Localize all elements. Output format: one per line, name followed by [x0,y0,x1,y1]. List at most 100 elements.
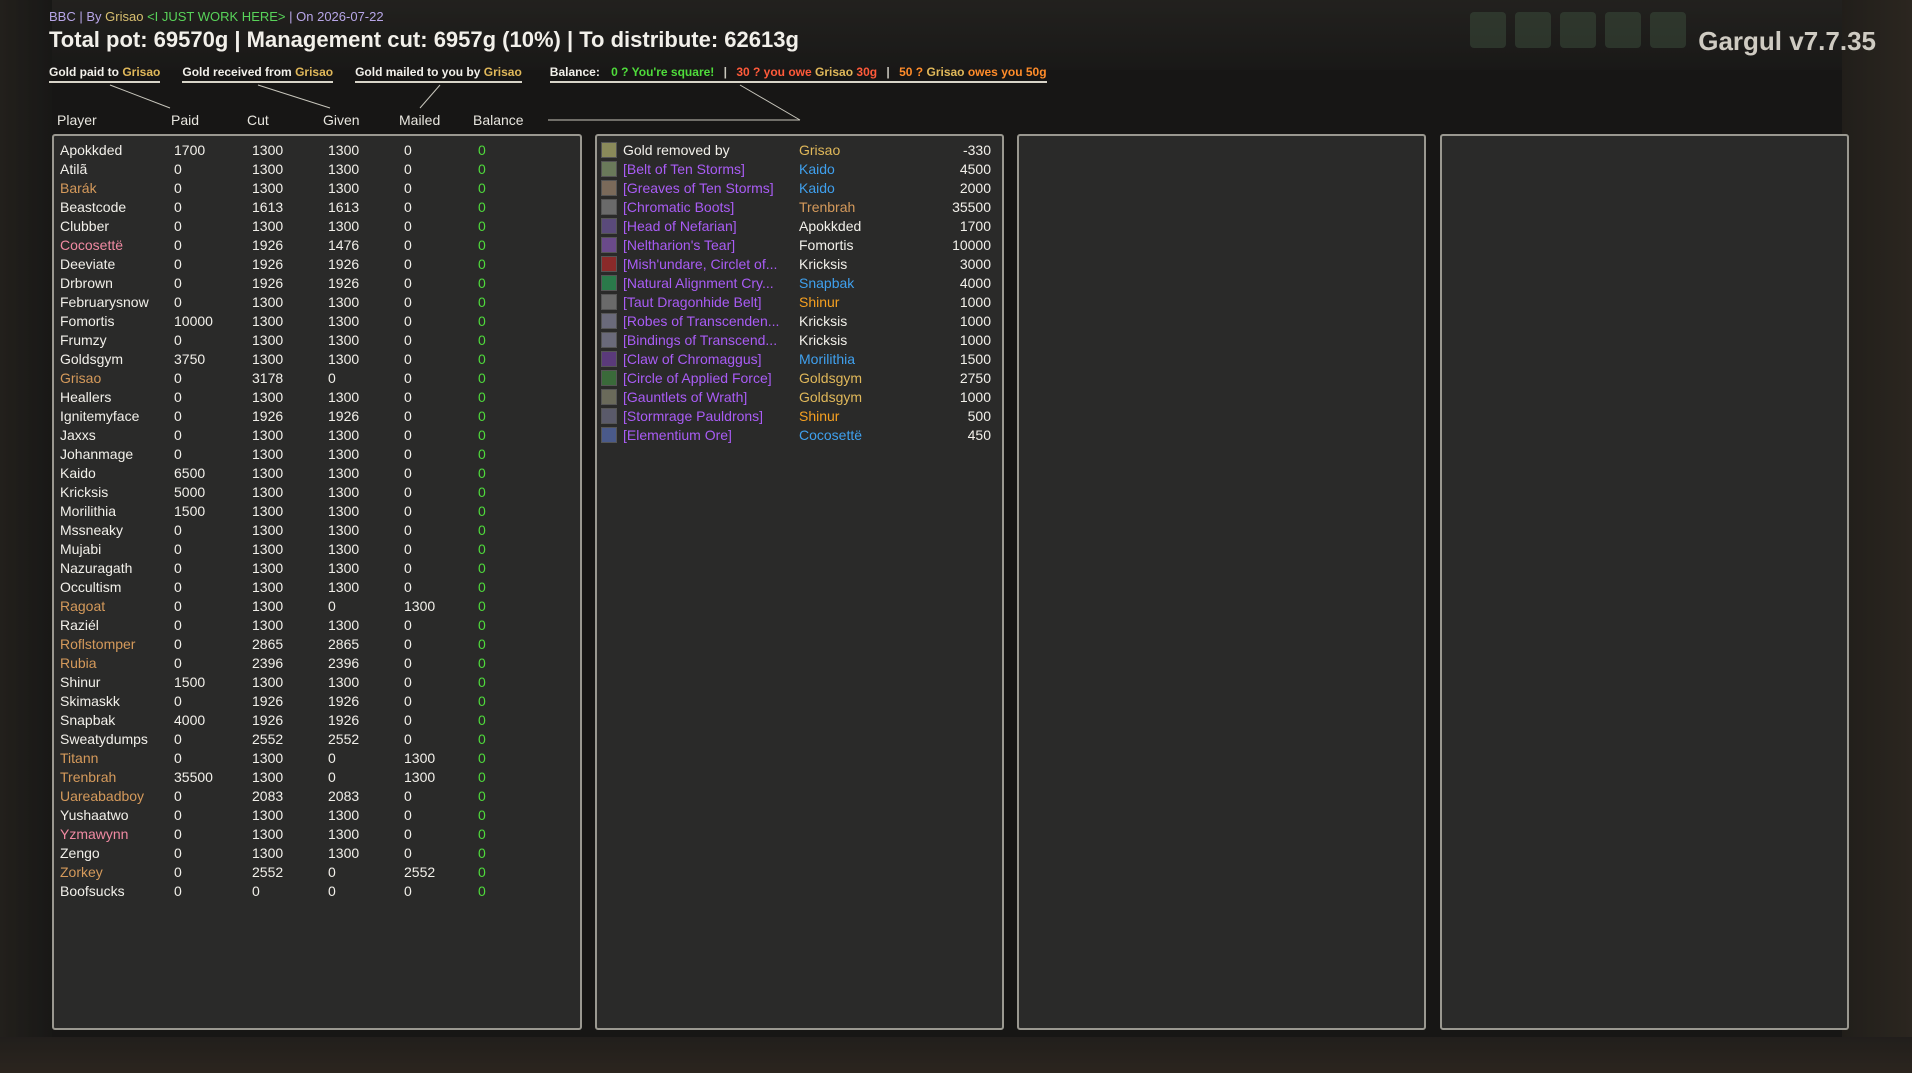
player-name: Uareabadboy [60,788,145,804]
gold-amount: 1000 [959,389,991,405]
gold-amount: 2000 [959,180,991,196]
player-name: Februarysnow [60,294,149,310]
balance-value: 0 [478,313,486,329]
given-value: 1300 [328,218,360,234]
paid-value: 10000 [174,313,213,329]
balance-value: 0 [478,674,486,690]
balance-value: 0 [478,408,486,424]
balance-value: 0 [478,598,486,614]
balance-value: 0 [478,807,486,823]
item-link[interactable]: [Taut Dragonhide Belt] [623,294,791,310]
mailed-value: 0 [404,370,412,386]
item-link[interactable]: [Bindings of Transcend... [623,332,791,348]
item-link[interactable]: [Stormrage Pauldrons] [623,408,791,424]
cut-value: 1300 [252,465,284,481]
paid-value: 0 [174,408,182,424]
paid-value: 0 [174,332,182,348]
item-link[interactable]: [Head of Nefarian] [623,218,791,234]
balance-value: 0 [478,370,486,386]
player-name: Atilã [60,161,88,177]
player-name: Shinur [60,674,101,690]
paid-value: 1500 [174,674,206,690]
paid-value: 0 [174,541,182,557]
item-link[interactable]: [Greaves of Ten Storms] [623,180,791,196]
cut-value: 1300 [252,313,284,329]
item-link[interactable]: [Elementium Ore] [623,427,791,443]
mailed-value: 0 [404,503,412,519]
item-link[interactable]: [Chromatic Boots] [623,199,791,215]
balance-value: 0 [478,237,486,253]
paid-value: 1500 [174,503,206,519]
ledger-panel[interactable]: Gold removed by Grisao -330 [Belt of Ten St… [595,134,1004,1030]
item-link[interactable]: [Neltharion's Tear] [623,237,791,253]
gold-amount: 1700 [959,218,991,234]
belt-icon [601,294,617,310]
given-value: 1300 [328,427,360,443]
given-value: 1300 [328,560,360,576]
cut-value: 1300 [252,750,284,766]
gold-amount: 1000 [959,313,991,329]
paid-value: 0 [174,655,182,671]
cut-value: 1300 [252,845,284,861]
cut-value: 1300 [252,579,284,595]
balance-value: 0 [478,161,486,177]
given-value: 2396 [328,655,360,671]
cut-value: 1926 [252,275,284,291]
mailed-value: 0 [404,522,412,538]
paid-value: 0 [174,750,182,766]
cut-value: 1300 [252,332,284,348]
balance-value: 0 [478,522,486,538]
cut-value: 1300 [252,522,284,538]
balance-value: 0 [478,541,486,557]
balance-value: 0 [478,769,486,785]
paid-value: 0 [174,522,182,538]
cut-value: 1300 [252,180,284,196]
mailed-value: 0 [404,465,412,481]
mailed-value: 0 [404,199,412,215]
paid-value: 5000 [174,484,206,500]
coin-icon [601,142,617,158]
cut-value: 1300 [252,389,284,405]
paid-value: 1700 [174,142,206,158]
player-panel[interactable]: Apokkded 1700 1300 1300 0 0 Atilã 0 1300 1300 0 0 Ba… [52,134,582,1030]
mailed-value: 0 [404,883,412,899]
paid-value: 6500 [174,465,206,481]
paid-value: 0 [174,693,182,709]
cut-value: 2865 [252,636,284,652]
player-name: Nazuragath [60,560,133,576]
item-link[interactable]: [Circle of Applied Force] [623,370,791,386]
given-value: 1300 [328,484,360,500]
player-name: Kricksis [60,484,109,500]
given-value: 0 [328,598,336,614]
winner-name: Snapbak [799,275,855,291]
player-name: Barák [60,180,97,196]
balance-value: 0 [478,256,486,272]
player-name: Kaido [60,465,96,481]
given-value: 0 [328,370,336,386]
given-value: 1300 [328,446,360,462]
winner-name: Kaido [799,161,835,177]
paid-value: 0 [174,598,182,614]
paid-value: 0 [174,788,182,804]
mailed-value: 0 [404,256,412,272]
cut-value: 1300 [252,598,284,614]
given-value: 2083 [328,788,360,804]
given-value: 0 [328,750,336,766]
gold-amount: 1500 [959,351,991,367]
item-link[interactable]: [Natural Alignment Cry... [623,275,791,291]
winner-name: Morilithia [799,351,856,367]
tear-icon [601,237,617,253]
item-link[interactable]: [Mish'undare, Circlet of... [623,256,791,272]
given-value: 1926 [328,712,360,728]
player-name: Heallers [60,389,112,405]
item-link[interactable]: [Claw of Chromaggus] [623,351,791,367]
item-link[interactable]: [Robes of Transcenden... [623,313,791,329]
item-link[interactable]: [Gauntlets of Wrath] [623,389,791,405]
cut-value: 1926 [252,237,284,253]
given-value: 1926 [328,275,360,291]
item-link[interactable]: [Belt of Ten Storms] [623,161,791,177]
gold-amount: 450 [967,427,991,443]
paid-value: 0 [174,294,182,310]
cut-value: 1300 [252,484,284,500]
balance-value: 0 [478,579,486,595]
